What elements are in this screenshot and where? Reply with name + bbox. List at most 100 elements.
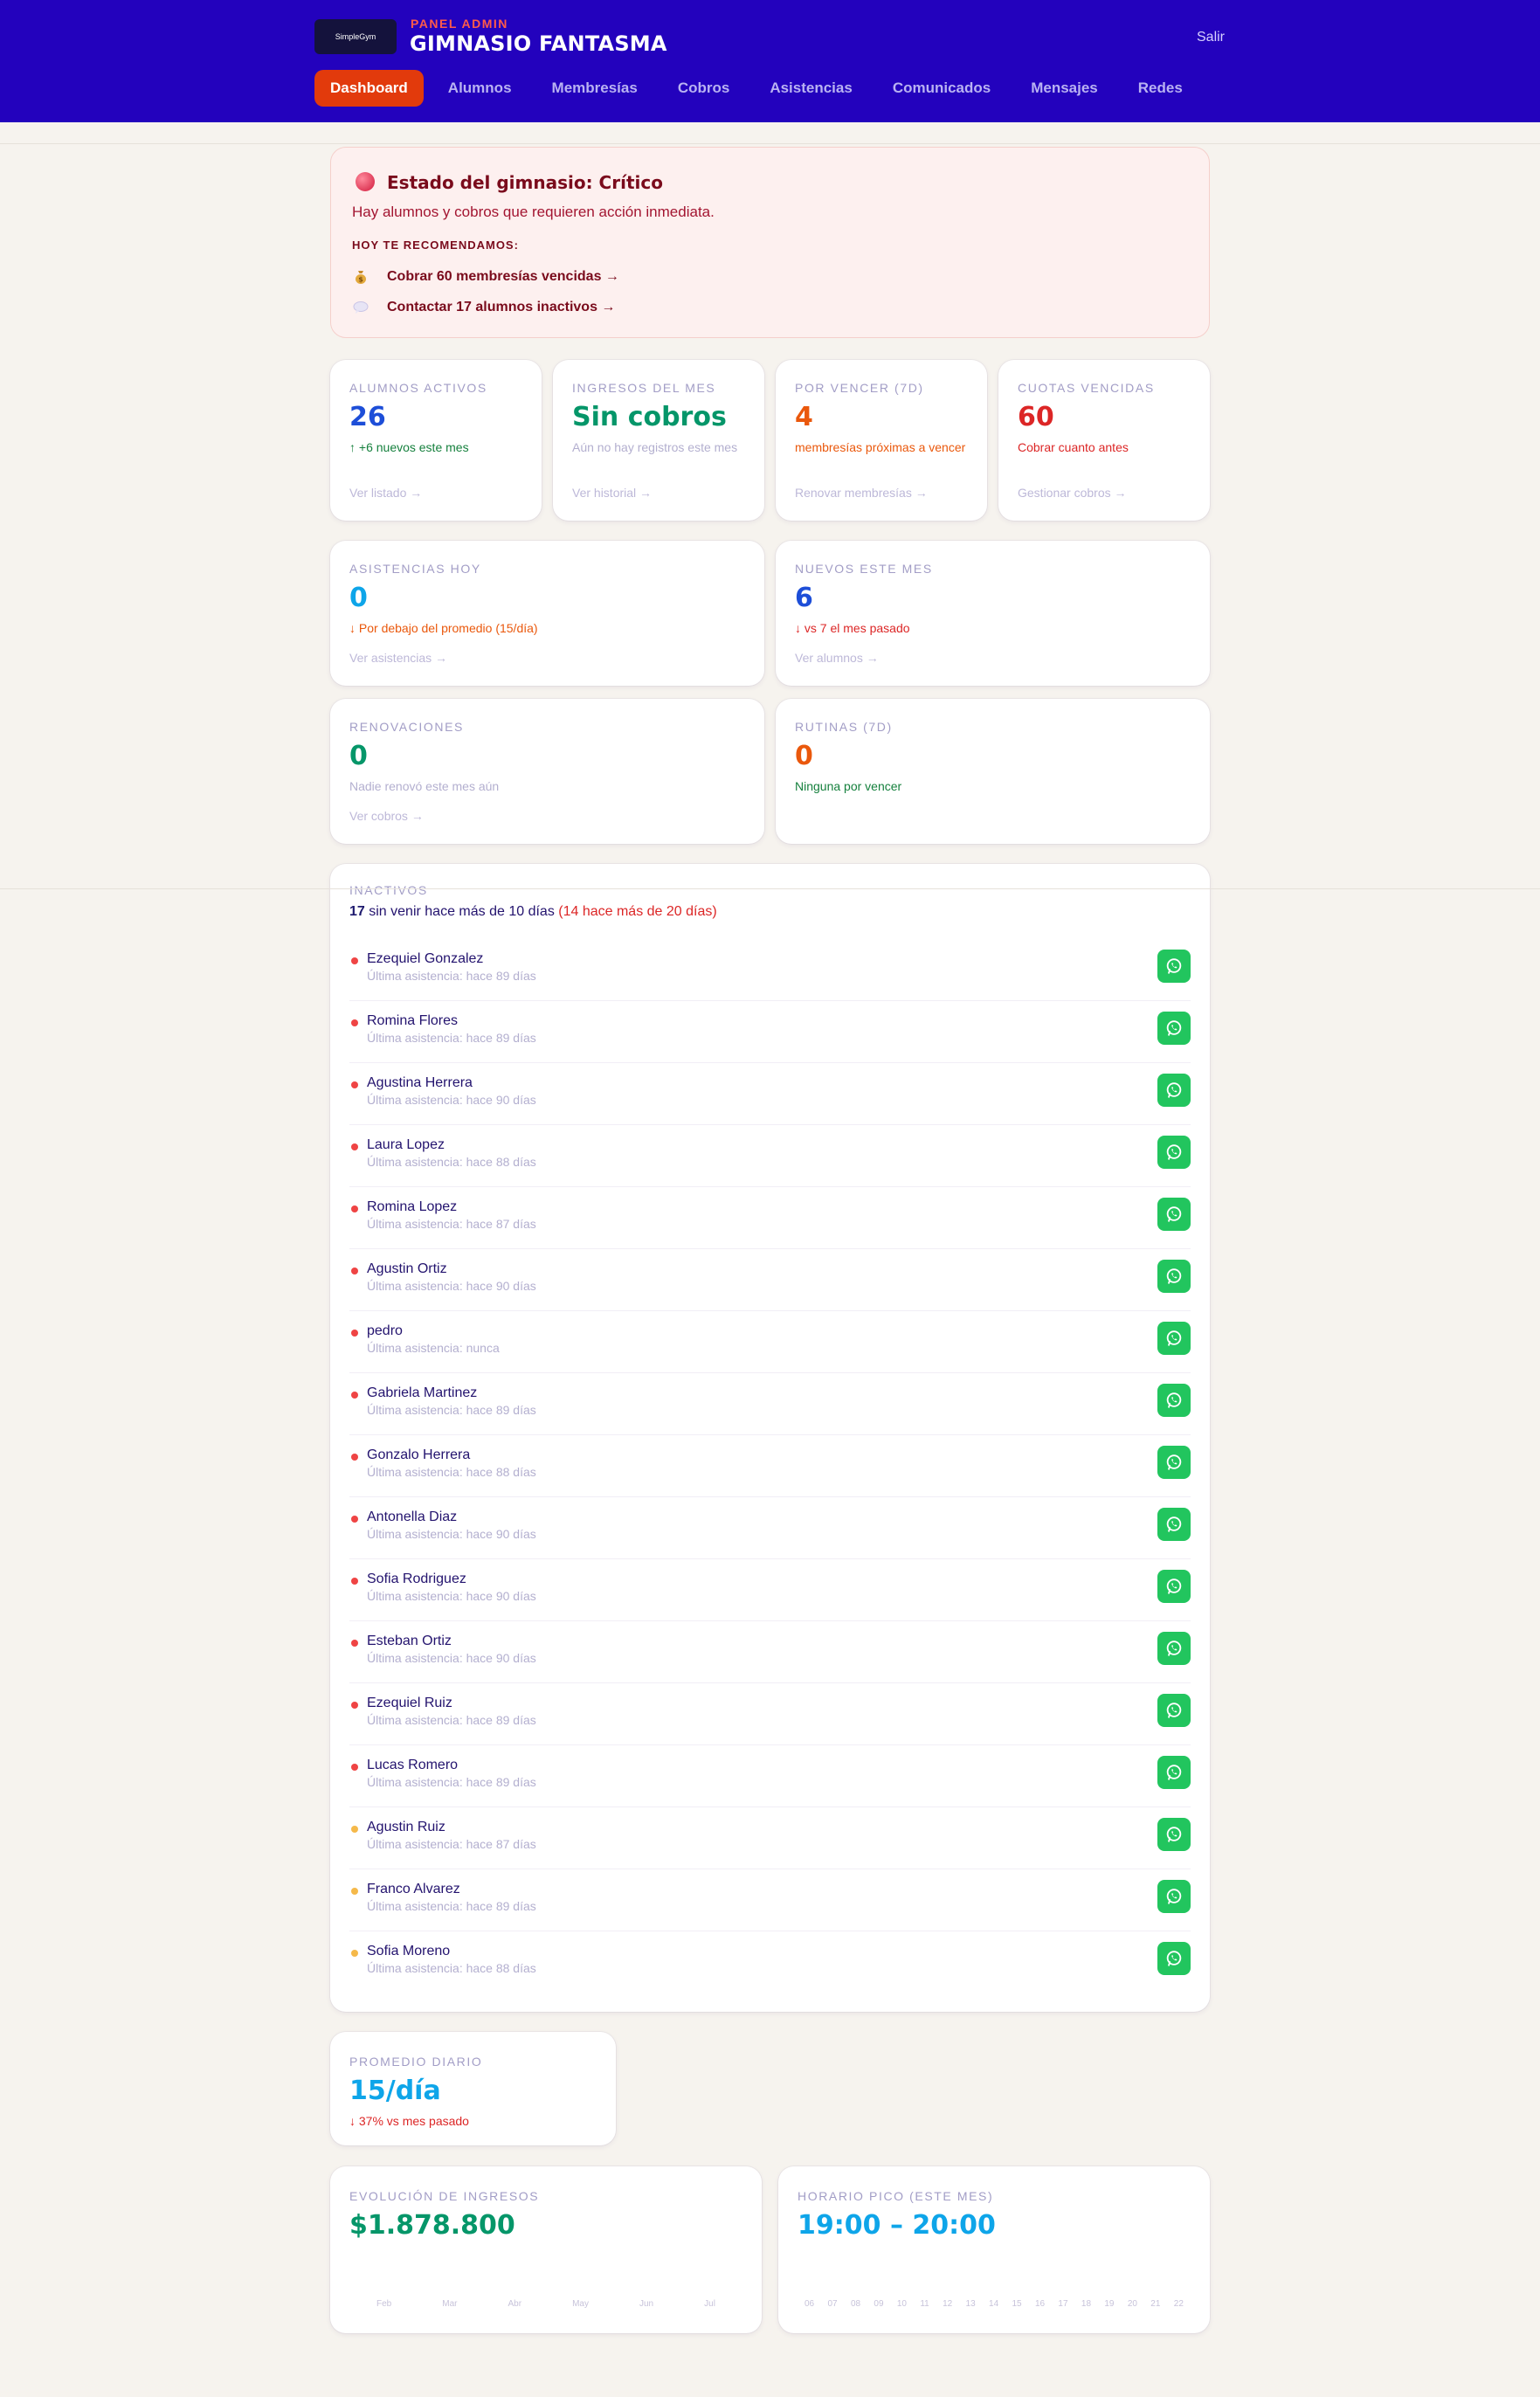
student-name[interactable]: Romina Flores	[367, 1013, 458, 1029]
stat-link[interactable]: Ver listado →	[349, 486, 422, 500]
peak-hours-card: HORARIO PICO (ESTE MES) 19:00 – 20:00 06…	[778, 2166, 1210, 2333]
severity-dot	[351, 1392, 358, 1399]
inactive-student-row: Sofia Rodriguez Última asistencia: hace 9…	[349, 1559, 1191, 1621]
whatsapp-button[interactable]	[1157, 1446, 1191, 1479]
hour-tick-label: 08	[850, 2299, 861, 2309]
student-name[interactable]: Agustin Ruiz	[367, 1820, 445, 1835]
stat-description: Ninguna por vencer	[795, 779, 902, 793]
whatsapp-button[interactable]	[1157, 950, 1191, 983]
logo-text: SimpleGym	[335, 32, 376, 41]
whatsapp-button[interactable]	[1157, 1942, 1191, 1975]
whatsapp-icon	[1166, 1206, 1182, 1222]
stat-value: 0	[795, 741, 813, 771]
whatsapp-button[interactable]	[1157, 1384, 1191, 1417]
stat-value: 26	[349, 402, 386, 432]
whatsapp-button[interactable]	[1157, 1756, 1191, 1789]
student-name[interactable]: Antonella Diaz	[367, 1509, 457, 1525]
stat-label: ASISTENCIAS HOY	[349, 562, 481, 576]
last-attendance: Última asistencia: hace 89 días	[367, 969, 536, 983]
whatsapp-button[interactable]	[1157, 1198, 1191, 1231]
whatsapp-button[interactable]	[1157, 1136, 1191, 1169]
stat-link[interactable]: Ver asistencias →	[349, 651, 447, 665]
inactive-student-row: Romina Flores Última asistencia: hace 89 …	[349, 1001, 1191, 1063]
whatsapp-button[interactable]	[1157, 1570, 1191, 1603]
whatsapp-button[interactable]	[1157, 1818, 1191, 1851]
nav-alumnos[interactable]: Alumnos	[432, 70, 528, 107]
whatsapp-button[interactable]	[1157, 1322, 1191, 1355]
whatsapp-icon	[1166, 1392, 1182, 1408]
last-attendance: Última asistencia: hace 89 días	[367, 1403, 536, 1417]
stat-link[interactable]: Renovar membresías →	[795, 486, 928, 500]
stat-card-wide: NUEVOS ESTE MES 6 ↓ vs 7 el mes pasado Ver …	[776, 541, 1210, 686]
month-tick-label: Jul	[704, 2299, 715, 2309]
student-name[interactable]: Gabriela Martinez	[367, 1385, 477, 1401]
recommendation-contact-inactive[interactable]: Contactar 17 alumnos inactivos →	[352, 299, 615, 316]
whatsapp-button[interactable]	[1157, 1632, 1191, 1665]
student-name[interactable]: Ezequiel Gonzalez	[367, 951, 483, 967]
stat-card: INGRESOS DEL MES Sin cobros Aún no hay reg…	[553, 360, 764, 521]
student-name[interactable]: Gonzalo Herrera	[367, 1447, 470, 1463]
student-name[interactable]: Sofia Moreno	[367, 1944, 450, 1959]
stat-label: RENOVACIONES	[349, 720, 464, 734]
recommendation-label: Contactar 17 alumnos inactivos →	[387, 300, 616, 314]
stat-link[interactable]: Ver historial →	[572, 486, 652, 500]
student-name[interactable]: Agustina Herrera	[367, 1075, 473, 1091]
inactive-student-row: Sofia Moreno Última asistencia: hace 88 d…	[349, 1931, 1191, 1993]
nav-cobros[interactable]: Cobros	[662, 70, 746, 107]
severity-dot	[351, 957, 358, 964]
student-name[interactable]: Lucas Romero	[367, 1758, 458, 1773]
inactive-student-row: Ezequiel Ruiz Última asistencia: hace 89 …	[349, 1683, 1191, 1745]
student-name[interactable]: Romina Lopez	[367, 1199, 457, 1215]
student-name[interactable]: Esteban Ortiz	[367, 1634, 452, 1649]
last-attendance: Última asistencia: hace 90 días	[367, 1093, 536, 1107]
main-nav: Dashboard Alumnos Membresías Cobros Asistenc…	[314, 70, 1207, 107]
student-name[interactable]: pedro	[367, 1323, 403, 1339]
student-name[interactable]: Ezequiel Ruiz	[367, 1696, 452, 1711]
inactive-student-row: Esteban Ortiz Última asistencia: hace 90 …	[349, 1621, 1191, 1683]
stat-label: POR VENCER (7D)	[795, 381, 924, 395]
whatsapp-button[interactable]	[1157, 1074, 1191, 1107]
whatsapp-button[interactable]	[1157, 1880, 1191, 1913]
whatsapp-icon	[1166, 1516, 1182, 1532]
stat-link[interactable]: Ver cobros →	[349, 809, 424, 823]
stat-link[interactable]: Ver alumnos →	[795, 651, 879, 665]
student-name[interactable]: Franco Alvarez	[367, 1882, 460, 1897]
whatsapp-button[interactable]	[1157, 1260, 1191, 1293]
nav-mensajes[interactable]: Mensajes	[1015, 70, 1114, 107]
whatsapp-icon	[1166, 1951, 1182, 1966]
logout-link[interactable]: Salir	[1197, 30, 1225, 45]
stat-description: Cobrar cuanto antes	[1018, 440, 1129, 454]
speech-bubble-icon	[352, 299, 369, 316]
student-name[interactable]: Sofia Rodriguez	[367, 1572, 466, 1587]
nav-asistencias[interactable]: Asistencias	[754, 70, 868, 107]
whatsapp-button[interactable]	[1157, 1508, 1191, 1541]
stat-link[interactable]: Gestionar cobros →	[1018, 486, 1127, 500]
stat-label: INGRESOS DEL MES	[572, 381, 716, 395]
inactive-student-row: Ezequiel Gonzalez Última asistencia: hace…	[349, 939, 1191, 1001]
student-name[interactable]: Agustin Ortiz	[367, 1261, 447, 1277]
inactive-summary: 17 sin venir hace más de 10 días (14 hac…	[349, 904, 717, 920]
nav-dashboard[interactable]: Dashboard	[314, 70, 424, 107]
whatsapp-button[interactable]	[1157, 1012, 1191, 1045]
stat-card: POR VENCER (7D) 4 membresías próximas a ve…	[776, 360, 987, 521]
nav-redes[interactable]: Redes	[1122, 70, 1198, 107]
inactive-student-row: Agustin Ortiz Última asistencia: hace 90 …	[349, 1249, 1191, 1311]
last-attendance: Última asistencia: nunca	[367, 1341, 500, 1355]
inactive-student-row: Antonella Diaz Última asistencia: hace 90…	[349, 1497, 1191, 1559]
whatsapp-icon	[1166, 1330, 1182, 1346]
recommendation-label: Cobrar 60 membresías vencidas →	[387, 269, 619, 284]
stat-label: CUOTAS VENCIDAS	[1018, 381, 1155, 395]
inactive-student-row: Franco Alvarez Última asistencia: hace 89…	[349, 1869, 1191, 1931]
severity-dot	[351, 1268, 358, 1274]
severity-dot	[351, 1143, 358, 1150]
peak-hours-label: HORARIO PICO (ESTE MES)	[798, 2189, 994, 2203]
nav-membresas[interactable]: Membresías	[536, 70, 653, 107]
student-name[interactable]: Laura Lopez	[367, 1137, 445, 1153]
recommendation-collect-fees[interactable]: $ Cobrar 60 membresías vencidas →	[352, 268, 619, 286]
severity-dot	[351, 1019, 358, 1026]
whatsapp-button[interactable]	[1157, 1694, 1191, 1727]
hour-tick-label: 13	[965, 2299, 976, 2309]
nav-comunicados[interactable]: Comunicados	[877, 70, 1006, 107]
gym-logo[interactable]: SimpleGym	[314, 19, 397, 54]
whatsapp-icon	[1166, 1020, 1182, 1036]
